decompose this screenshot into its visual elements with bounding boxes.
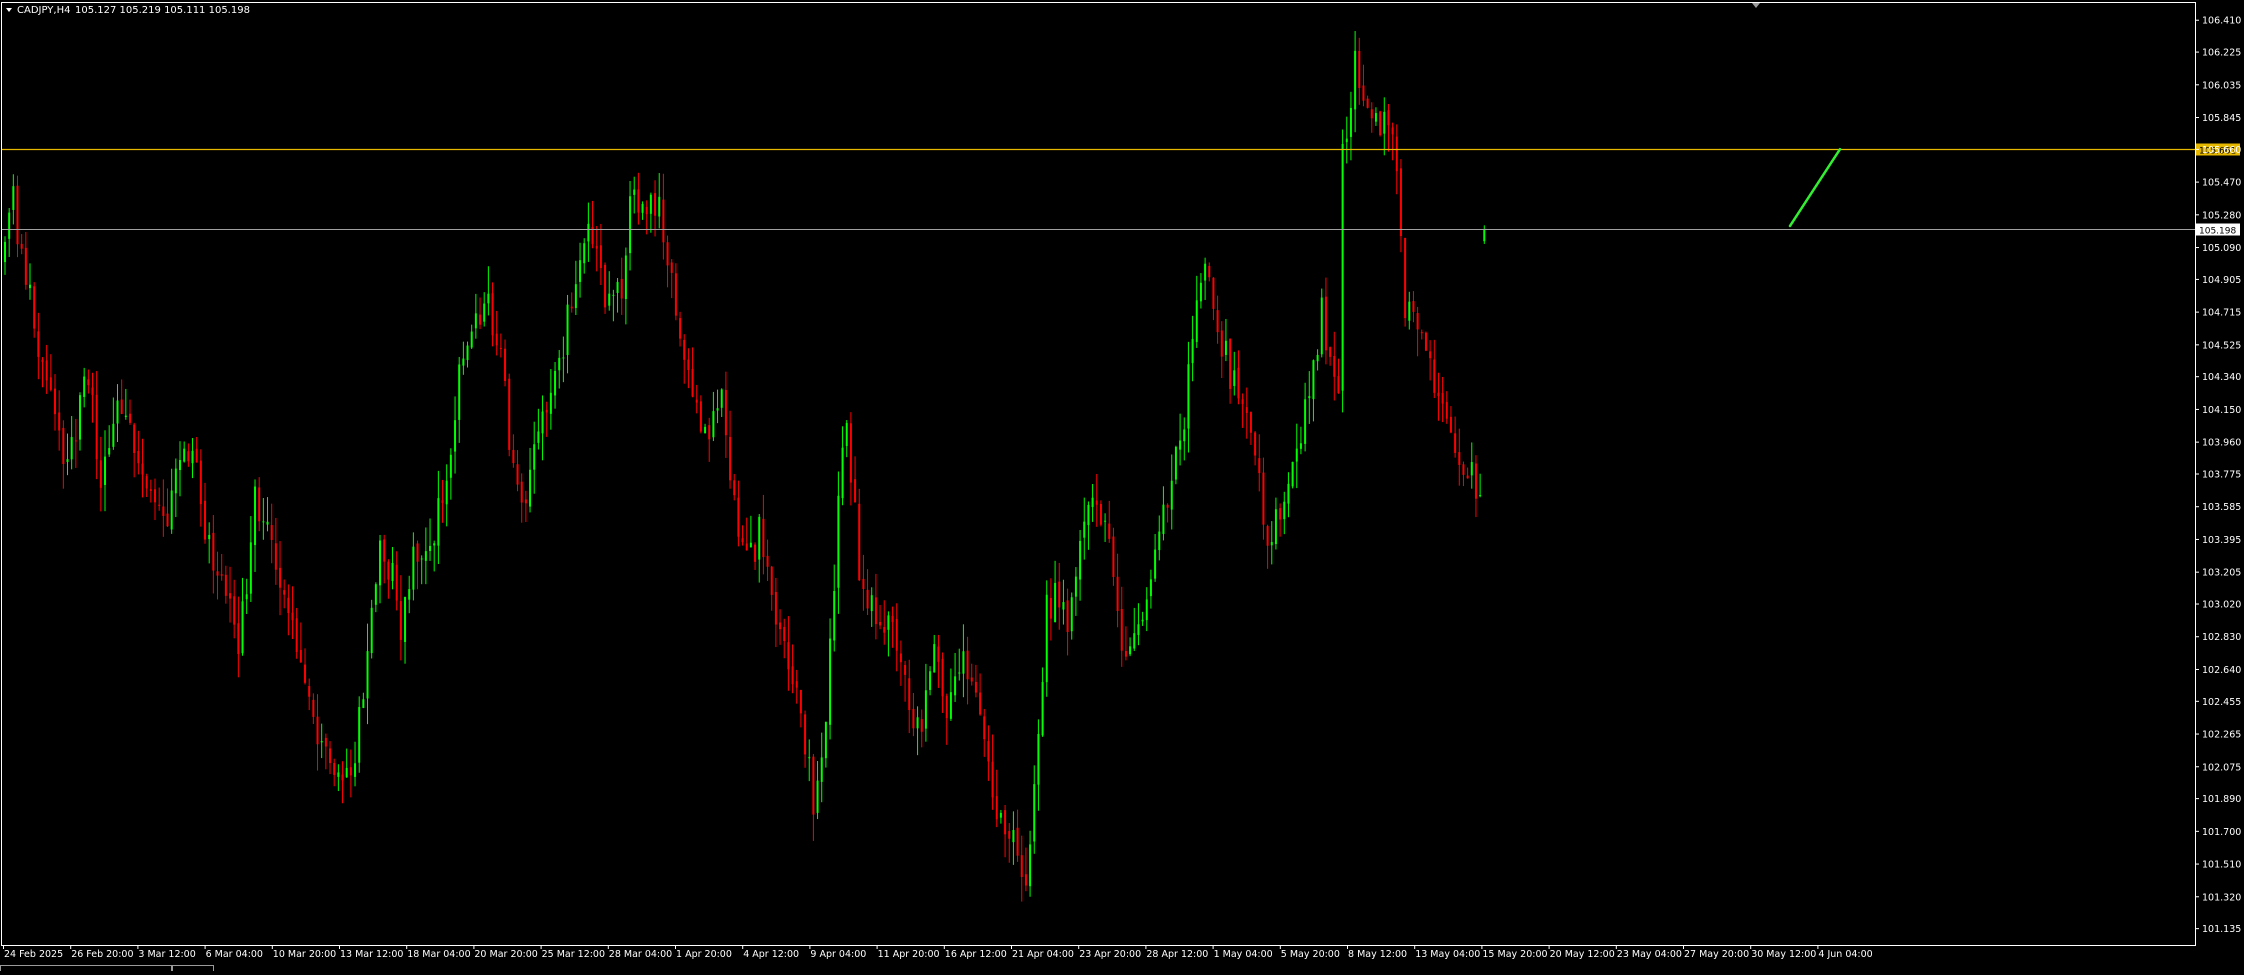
x-tick-label: 4 Apr 12:00: [743, 949, 799, 960]
candle: [1341, 129, 1344, 413]
x-tick-label: 20 May 12:00: [1550, 949, 1615, 960]
chart-header[interactable]: CADJPY,H4 105.127 105.219 105.111 105.19…: [6, 5, 250, 16]
y-tick-label: 105.470: [2202, 178, 2241, 189]
x-tick-label: 1 May 04:00: [1214, 949, 1273, 960]
x-tick-label: 15 May 20:00: [1482, 949, 1547, 960]
x-tick-label: 1 Apr 20:00: [676, 949, 732, 960]
x-tick-label: 25 Mar 12:00: [542, 949, 605, 960]
chart-tab-strip: [0, 965, 2244, 971]
x-tick-label: 16 Apr 12:00: [945, 949, 1007, 960]
y-tick-label: 105.090: [2202, 243, 2241, 254]
y-tick-label: 104.340: [2202, 372, 2241, 383]
chart-root[interactable]: 105.661 105.198 106.410 106.225 106.035 105.…: [0, 0, 2244, 971]
y-tick-label: 101.320: [2202, 892, 2241, 903]
x-tick-label: 27 May 20:00: [1684, 949, 1749, 960]
candle: [1174, 445, 1177, 485]
y-tick-label: 102.265: [2202, 730, 2241, 741]
candle: [1424, 331, 1427, 352]
x-tick-label: 9 Apr 04:00: [810, 949, 866, 960]
y-tick-label: 101.890: [2202, 794, 2241, 805]
x-tick-label: 20 Mar 20:00: [474, 949, 537, 960]
y-tick-label: 104.905: [2202, 275, 2241, 286]
y-tick-label: 102.830: [2202, 632, 2241, 643]
x-tick-label: 26 Feb 20:00: [71, 949, 133, 960]
y-tick-label: 104.525: [2202, 340, 2241, 351]
symbol-label: CADJPY,H4: [17, 5, 70, 16]
ohlc-label: 105.127 105.219 105.111 105.198: [75, 5, 250, 16]
y-tick-label: 101.700: [2202, 827, 2241, 838]
x-tick-label: 4 Jun 04:00: [1818, 949, 1872, 960]
x-tick-label: 21 Apr 04:00: [1012, 949, 1074, 960]
x-tick-label: 5 May 20:00: [1281, 949, 1340, 960]
y-tick-label: 104.715: [2202, 308, 2241, 319]
y-tick-label: 106.410: [2202, 16, 2241, 27]
x-tick-label: 6 Mar 04:00: [206, 949, 263, 960]
x-tick-label: 13 Mar 12:00: [340, 949, 403, 960]
y-tick-label: 103.775: [2202, 470, 2241, 481]
x-tick-label: 10 Mar 20:00: [273, 949, 336, 960]
y-tick-label: 103.585: [2202, 502, 2241, 513]
chart-tab-active[interactable]: [0, 965, 172, 971]
bid-price-label: 105.198: [2199, 227, 2236, 237]
x-tick-label: 8 May 12:00: [1348, 949, 1407, 960]
y-tick-label: 105.660: [2202, 145, 2241, 156]
plot-background: [0, 0, 2244, 971]
candle: [1099, 500, 1102, 527]
x-tick-label: 23 Apr 20:00: [1079, 949, 1141, 960]
y-tick-label: 101.510: [2202, 860, 2241, 871]
x-tick-label: 3 Mar 12:00: [138, 949, 195, 960]
x-tick-label: 30 May 12:00: [1751, 949, 1816, 960]
candle: [370, 599, 373, 659]
x-tick-label: 11 Apr 20:00: [878, 949, 940, 960]
x-tick-label: 24 Feb 2025: [4, 949, 63, 960]
candle: [1291, 461, 1294, 489]
y-tick-label: 105.845: [2202, 113, 2241, 124]
y-tick-label: 102.455: [2202, 697, 2241, 708]
y-tick-label: 102.075: [2202, 762, 2241, 773]
x-tick-label: 23 May 04:00: [1617, 949, 1682, 960]
y-tick-label: 106.035: [2202, 80, 2241, 91]
y-tick-label: 104.150: [2202, 405, 2241, 416]
candle: [604, 262, 607, 314]
candle: [1379, 110, 1382, 137]
chart-tab[interactable]: [172, 965, 214, 971]
x-tick-label: 18 Mar 04:00: [407, 949, 470, 960]
y-tick-label: 105.280: [2202, 210, 2241, 221]
candle: [1404, 237, 1407, 327]
candle: [1045, 580, 1048, 697]
y-tick-label: 103.960: [2202, 438, 2241, 449]
y-tick-label: 102.640: [2202, 665, 2241, 676]
y-tick-label: 103.020: [2202, 600, 2241, 611]
candlestick-chart[interactable]: 105.661105.198 106.410106.225106.035105.…: [0, 0, 2244, 971]
y-tick-label: 103.395: [2202, 535, 2241, 546]
candle: [508, 373, 511, 457]
y-tick-label: 101.135: [2202, 924, 2241, 935]
y-tick-label: 106.225: [2202, 48, 2241, 59]
x-tick-label: 28 Apr 12:00: [1146, 949, 1208, 960]
y-tick-label: 103.205: [2202, 568, 2241, 579]
x-tick-label: 28 Mar 04:00: [609, 949, 672, 960]
candle: [358, 696, 361, 773]
candle: [1320, 288, 1323, 358]
x-tick-label: 13 May 04:00: [1415, 949, 1480, 960]
